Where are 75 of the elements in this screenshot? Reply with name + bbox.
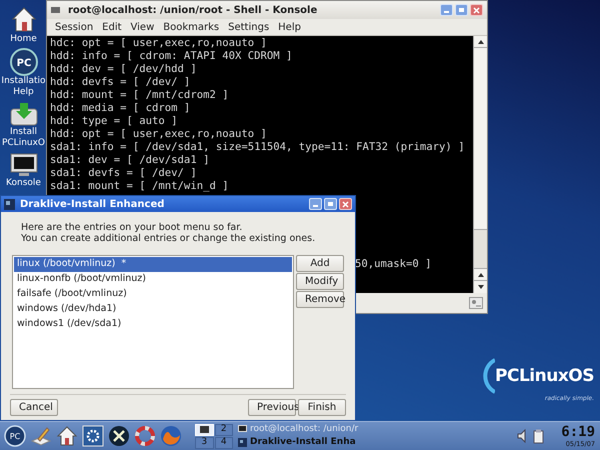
boot-entry[interactable]: linux (/boot/vmlinuz) * [14,257,292,272]
list-action-button[interactable]: Remove [296,291,344,308]
desktop-pager-cell[interactable]: 4 [214,436,233,448]
minimize-button[interactable] [440,4,453,16]
clipboard-icon[interactable] [533,428,544,444]
terminal-line: hdd: dev = [ /dev/hdd ] [50,63,197,76]
close-icon [473,6,480,14]
menu-item[interactable]: Help [274,20,305,34]
app-icon [4,198,15,210]
menu-item[interactable]: Settings [224,20,274,34]
previous-button[interactable]: Previous [248,399,296,416]
window-title: root@localhost: /union/root - Shell - Konsole [68,4,318,18]
taskbar-task[interactable]: Draklive-Install Enha [238,436,378,449]
menu-item[interactable]: Session [51,20,98,34]
monitor-icon [238,425,247,434]
menu-item[interactable]: Bookmarks [159,20,224,34]
close-icon [342,200,349,208]
up-arrow-icon[interactable] [478,40,484,44]
desktop-pager-cell[interactable] [195,424,214,436]
maximize-button[interactable] [455,4,468,16]
window-thumbnail-icon [200,426,209,433]
desktop-icon-label[interactable]: Installatio Help [0,76,47,98]
wrench-icon[interactable] [108,425,130,447]
app-icon [238,438,247,447]
pc-logo-icon[interactable]: PC [4,425,26,447]
scrollbar-thumb[interactable] [474,229,487,269]
monitor-icon [8,152,38,178]
terminal-line: hdd: opt = [ user,exec,ro,noauto ] [50,128,267,141]
dialog-title: Draklive-Install Enhanced [20,198,166,212]
desktop-pager-cell[interactable]: 3 [195,436,214,448]
terminal-line: sda1: info = [ /dev/sda1, size=511504, type=11: FAT32 (primary) ] [50,141,465,154]
menu-item[interactable]: View [126,20,158,34]
menu-item[interactable]: Edit [98,20,126,34]
gear-icon[interactable] [82,425,104,447]
boot-entry[interactable]: windows (/dev/hda1) [14,302,292,317]
desktop-icon-label[interactable]: Konsole [0,178,47,189]
pc-logo-icon: PC [10,48,38,76]
down-arrow-icon[interactable] [478,285,484,289]
boot-entry[interactable]: linux-nonfb (/boot/vmlinuz) [14,272,292,287]
scrollbar[interactable] [473,36,487,293]
desktop-pager-cell[interactable]: 2 [214,424,233,436]
terminal-line: 50,umask=0 ] [355,258,432,271]
close-button[interactable] [339,198,352,210]
terminal-line: hdc: opt = [ user,exec,ro,noauto ] [50,37,267,50]
swoosh-ring-icon [483,358,496,394]
download-arrow-icon [8,101,38,127]
cancel-button[interactable]: Cancel [10,399,58,416]
terminal-session-icon[interactable] [469,297,483,309]
pencil-icon[interactable] [30,425,52,447]
list-action-button[interactable]: Add [296,255,344,272]
terminal-line: sda1: dev = [ /dev/sda1 ] [50,154,210,167]
desktop-icon-label[interactable]: Install PCLinuxO [0,127,47,149]
clock-time[interactable]: 6:19 [561,424,595,440]
boot-entry[interactable]: failsafe (/boot/vmlinuz) [14,287,292,302]
up-arrow-icon[interactable] [478,272,484,276]
finish-button[interactable]: Finish [298,399,346,416]
terminal-line: hdd: type = [ auto ] [50,115,178,128]
lifebuoy-icon[interactable] [134,425,156,447]
list-action-button[interactable]: Modify [296,273,344,290]
desktop-icon-label[interactable]: Home [0,34,47,45]
terminal-line: sda1: devfs = [ /dev/ ] [50,167,197,180]
terminal-line: hdd: media = [ cdrom ] [50,102,190,115]
terminal-line: sda1: mount = [ /mnt/win_d ] [50,180,229,193]
terminal-line: hdd: info = [ cdrom: ATAPI 40X CDROM ] [50,50,292,63]
intro-text: You can create additional entries or change the existing ones. [20,233,316,244]
browser-globe-icon[interactable] [160,425,182,447]
maximize-button[interactable] [324,198,337,210]
logo-wordmark: PCLinuxOS [495,368,594,384]
close-button[interactable] [470,4,483,16]
house-icon[interactable] [56,425,78,447]
boot-entry[interactable]: windows1 (/dev/sda1) [14,317,292,332]
terminal-line: hdd: devfs = [ /dev/ ] [50,76,190,89]
terminal-line: hdd: mount = [ /mnt/cdrom2 ] [50,89,229,102]
minimize-button[interactable] [309,198,322,210]
intro-text: Here are the entries on your boot menu so far. [20,222,244,233]
